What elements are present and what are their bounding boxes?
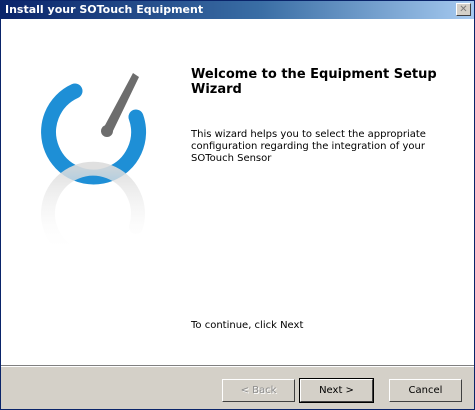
wizard-description: This wizard helps you to select the appr… [191, 129, 426, 164]
back-button[interactable]: < Back [222, 379, 295, 402]
welcome-heading: Welcome to the Equipment Setup Wizard [191, 67, 437, 97]
setup-wizard-window: Install your SOTouch Equipment ✕ Welcome… [0, 0, 475, 410]
sotouch-logo-icon [41, 73, 147, 260]
cancel-button[interactable]: Cancel [389, 379, 462, 402]
window-title: Install your SOTouch Equipment [5, 3, 204, 16]
close-icon: ✕ [459, 4, 468, 15]
continue-instruction: To continue, click Next [191, 320, 304, 331]
wizard-content: Welcome to the Equipment Setup Wizard Th… [1, 19, 474, 365]
next-button[interactable]: Next > [299, 378, 374, 403]
title-bar[interactable]: Install your SOTouch Equipment ✕ [1, 1, 474, 19]
wizard-footer: < Back Next > Cancel [1, 367, 474, 409]
close-button[interactable]: ✕ [456, 3, 471, 16]
